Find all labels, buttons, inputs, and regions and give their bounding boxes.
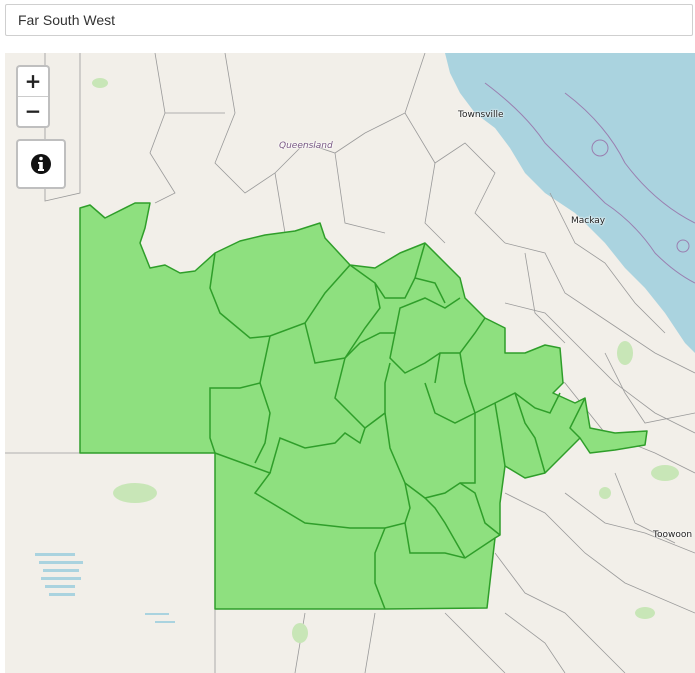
info-circle-icon bbox=[31, 154, 51, 174]
search-input[interactable] bbox=[6, 5, 692, 35]
map-canvas bbox=[5, 53, 695, 673]
zoom-control: + − bbox=[16, 65, 50, 128]
zoom-out-button[interactable]: − bbox=[18, 97, 48, 126]
place-label-queensland: Queensland bbox=[279, 141, 333, 151]
place-label-townsville: Townsville bbox=[458, 110, 504, 120]
sea-area bbox=[445, 53, 695, 353]
map-view[interactable]: + − Townsville Mackay Toowoon Queensland bbox=[5, 53, 695, 673]
place-label-toowoomba: Toowoon bbox=[653, 530, 693, 540]
zoom-in-button[interactable]: + bbox=[18, 67, 48, 97]
place-label-mackay: Mackay bbox=[571, 216, 606, 226]
info-button[interactable] bbox=[16, 139, 66, 189]
far-south-west-region[interactable] bbox=[79, 202, 648, 610]
lake-marks bbox=[35, 553, 175, 623]
search-field[interactable] bbox=[5, 4, 693, 36]
